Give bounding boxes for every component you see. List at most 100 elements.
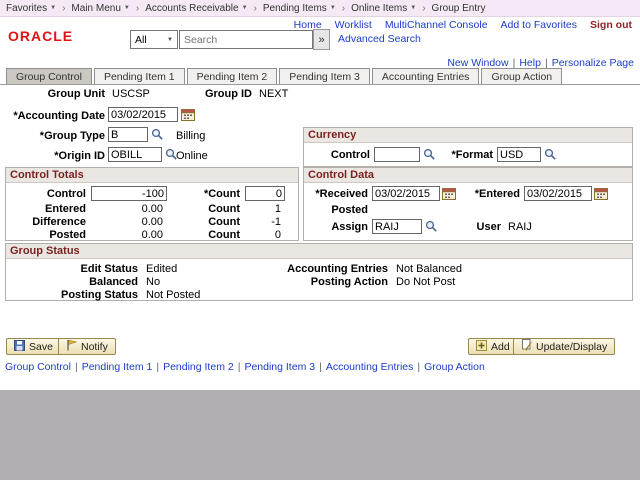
add-button-label: Add (491, 341, 510, 353)
add-to-favorites-link[interactable]: Add to Favorites (501, 19, 577, 31)
application-window: Favorites ▼ › Main Menu ▼ › Accounts Rec… (0, 0, 640, 480)
footer-link-group-action[interactable]: Group Action (424, 361, 485, 373)
currency-groupbox: Currency Control *Format (303, 127, 633, 167)
received-date-input[interactable] (372, 186, 440, 201)
breadcrumb: Favorites ▼ › Main Menu ▼ › Accounts Rec… (0, 0, 640, 17)
calendar-icon[interactable] (594, 186, 608, 201)
dropdown-arrow-icon: ▼ (242, 5, 248, 11)
control-data-title: Control Data (304, 168, 632, 183)
home-link[interactable]: Home (294, 19, 322, 31)
difference-amount-label: Difference (6, 216, 86, 228)
save-button-label: Save (29, 341, 53, 353)
control-totals-title: Control Totals (6, 168, 298, 183)
footer-link-pending-item-3[interactable]: Pending Item 3 (244, 361, 315, 373)
tab-group-control[interactable]: Group Control (6, 68, 92, 84)
control-data-groupbox: Control Data *Received *Entered Posted A… (303, 167, 633, 241)
posting-status-label: Posting Status (6, 289, 138, 301)
currency-control-input[interactable] (374, 147, 420, 162)
add-button[interactable]: Add (468, 338, 518, 355)
user-label: User (444, 221, 501, 233)
posting-action-value: Do Not Post (396, 276, 455, 288)
footer-link-pending-item-2[interactable]: Pending Item 2 (163, 361, 234, 373)
multichannel-console-link[interactable]: MultiChannel Console (385, 19, 488, 31)
assign-input[interactable] (372, 219, 422, 234)
origin-id-description: Online (176, 150, 208, 162)
origin-id-input[interactable] (108, 147, 162, 162)
group-type-label: *Group Type (0, 130, 105, 142)
breadcrumb-separator-icon: › (62, 3, 65, 14)
footer-link-group-control[interactable]: Group Control (5, 361, 71, 373)
origin-id-label: *Origin ID (0, 150, 105, 162)
breadcrumb-label: Online Items (351, 3, 407, 14)
save-button[interactable]: Save (6, 338, 61, 355)
posted-date-label: Posted (304, 204, 368, 216)
notify-button-label: Notify (81, 341, 108, 353)
footer-link-pending-item-1[interactable]: Pending Item 1 (82, 361, 153, 373)
page-footer-nav: Group Control | Pending Item 1 | Pending… (5, 361, 485, 373)
breadcrumb-separator-icon: › (342, 3, 345, 14)
update-display-button[interactable]: Update/Display (513, 338, 615, 355)
control-count-label: *Count (174, 188, 240, 200)
entered-amount-value: 0.00 (91, 203, 163, 215)
breadcrumb-separator-icon: › (422, 3, 425, 14)
lookup-icon[interactable] (424, 219, 438, 234)
currency-format-input[interactable] (497, 147, 541, 162)
accounting-date-label: *Accounting Date (0, 110, 105, 122)
control-count-input[interactable] (245, 186, 285, 201)
calendar-icon[interactable] (181, 107, 195, 122)
posted-amount-label: Posted (6, 229, 86, 241)
page-content: Favorites ▼ › Main Menu ▼ › Accounts Rec… (0, 0, 640, 390)
sign-out-link[interactable]: Sign out (590, 19, 632, 31)
lookup-icon[interactable] (543, 147, 557, 162)
currency-control-label: Control (304, 149, 370, 161)
advanced-search-link[interactable]: Advanced Search (338, 33, 421, 45)
separator: | (75, 361, 78, 373)
tab-pending-item-1[interactable]: Pending Item 1 (94, 68, 185, 84)
search-scope-value: All (135, 34, 147, 46)
notify-flag-icon (66, 339, 77, 354)
save-icon (14, 340, 25, 354)
difference-count-value: -1 (245, 216, 281, 228)
search-scope-dropdown[interactable]: All ▼ (130, 30, 178, 49)
entered-date-input[interactable] (524, 186, 592, 201)
breadcrumb-item-favorites[interactable]: Favorites ▼ (6, 3, 56, 14)
group-unit-label: Group Unit (20, 88, 105, 100)
edit-status-label: Edit Status (6, 263, 138, 275)
dropdown-arrow-icon: ▼ (50, 5, 56, 11)
search-go-button[interactable]: » (313, 29, 330, 50)
breadcrumb-item-accounts-receivable[interactable]: Accounts Receivable ▼ (145, 3, 247, 14)
control-totals-groupbox: Control Totals Control *Count Entered 0.… (5, 167, 299, 241)
breadcrumb-label: Favorites (6, 3, 47, 14)
add-plus-icon (476, 340, 487, 354)
lookup-icon[interactable] (150, 127, 164, 142)
breadcrumb-item-main-menu[interactable]: Main Menu ▼ (71, 3, 129, 14)
entered-amount-label: Entered (6, 203, 86, 215)
personalize-page-link[interactable]: Personalize Page (552, 57, 634, 69)
edit-status-value: Edited (146, 263, 177, 275)
breadcrumb-label: Accounts Receivable (145, 3, 238, 14)
entered-count-value: 1 (245, 203, 281, 215)
tab-group-action[interactable]: Group Action (481, 68, 562, 84)
entered-date-label: *Entered (454, 188, 520, 200)
posted-count-label: Count (174, 229, 240, 241)
breadcrumb-item-pending-items[interactable]: Pending Items ▼ (263, 3, 336, 14)
tab-pending-item-2[interactable]: Pending Item 2 (187, 68, 278, 84)
notify-button[interactable]: Notify (58, 338, 116, 355)
assign-label: Assign (304, 221, 368, 233)
control-amount-input[interactable] (91, 186, 167, 201)
currency-format-label: *Format (427, 149, 493, 161)
user-value: RAIJ (508, 221, 532, 233)
accounting-date-input[interactable] (108, 107, 178, 122)
breadcrumb-separator-icon: › (254, 3, 257, 14)
difference-amount-value: 0.00 (91, 216, 163, 228)
update-display-icon (521, 339, 532, 354)
group-type-input[interactable] (108, 127, 148, 142)
tab-accounting-entries[interactable]: Accounting Entries (372, 68, 480, 84)
search-input[interactable] (179, 30, 313, 49)
breadcrumb-item-group-entry[interactable]: Group Entry (432, 3, 486, 14)
breadcrumb-item-online-items[interactable]: Online Items ▼ (351, 3, 416, 14)
group-unit-value: USCSP (112, 88, 150, 100)
tab-pending-item-3[interactable]: Pending Item 3 (279, 68, 370, 84)
worklist-link[interactable]: Worklist (335, 19, 372, 31)
footer-link-accounting-entries[interactable]: Accounting Entries (326, 361, 414, 373)
